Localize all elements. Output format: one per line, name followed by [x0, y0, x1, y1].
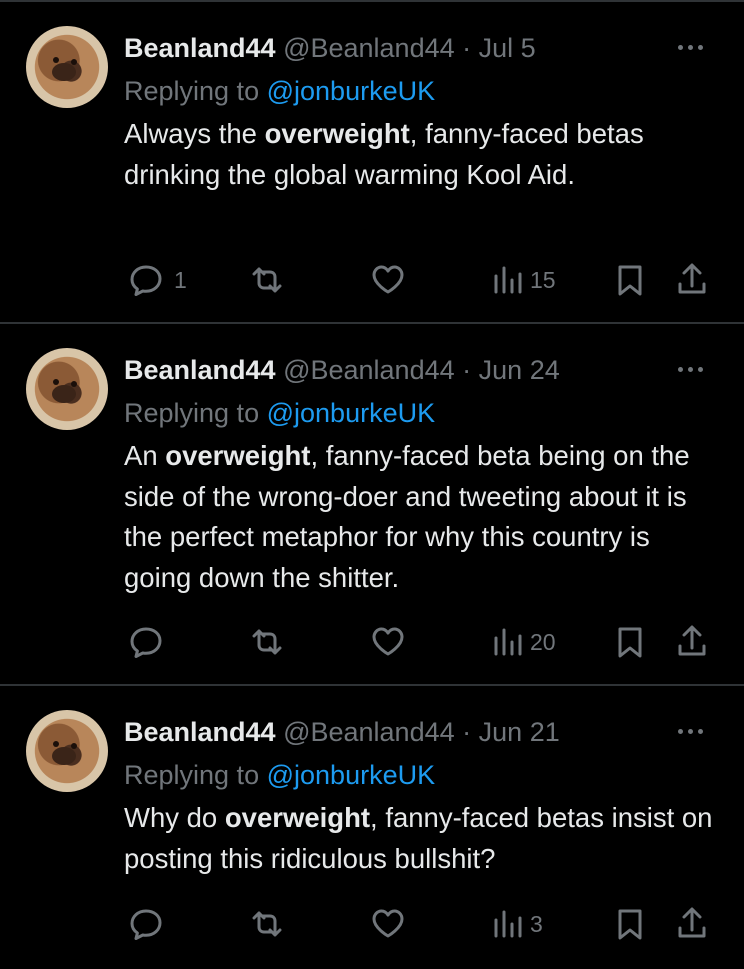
tweet-text-start: An — [124, 440, 166, 471]
views-button[interactable]: 3 — [492, 902, 543, 946]
retweet-button[interactable] — [245, 258, 295, 302]
retweet-icon — [252, 911, 282, 937]
display-name[interactable]: Beanland44 — [124, 33, 276, 63]
reply-bubble-icon — [130, 627, 162, 658]
avatar[interactable] — [26, 710, 108, 792]
replying-to-label: Replying to — [124, 398, 260, 428]
replying-to: Replying to @jonburkeUK — [124, 756, 435, 794]
separator-dot: · — [462, 717, 472, 747]
tweet-text: Why do overweight, fanny-faced betas ins… — [124, 798, 724, 879]
user-handle[interactable]: @Beanland44 — [283, 33, 455, 63]
share-upload-icon — [678, 907, 706, 938]
user-handle[interactable]: @Beanland44 — [283, 355, 455, 385]
tweet-text-bold: overweight — [224, 802, 371, 833]
mention-link[interactable]: @jonburkeUK — [267, 398, 436, 428]
retweet-button[interactable] — [245, 902, 295, 946]
heart-icon — [372, 909, 404, 938]
mention-link[interactable]: @jonburkeUK — [267, 76, 436, 106]
tweet-text-bold: overweight — [264, 118, 410, 149]
replying-to: Replying to @jonburkeUK — [124, 72, 435, 110]
views-bar-chart-icon — [494, 266, 522, 294]
bookmark-button[interactable] — [614, 902, 646, 946]
tweet-actions: 1 15 — [0, 258, 744, 302]
tweet-actions: 20 — [0, 620, 744, 664]
avatar[interactable] — [26, 348, 108, 430]
more-options-icon[interactable] — [676, 726, 706, 736]
replying-to: Replying to @jonburkeUK — [124, 394, 435, 432]
more-options-icon[interactable] — [676, 364, 706, 374]
retweet-icon — [252, 629, 282, 655]
tweet-header: Beanland44 @Beanland44 · Jun 24 — [124, 352, 684, 388]
tweet-text-start: Always the — [124, 118, 265, 149]
reply-bubble-icon — [130, 909, 162, 940]
reply-button[interactable] — [124, 620, 174, 664]
replying-to-label: Replying to — [124, 76, 260, 106]
heart-icon — [372, 627, 404, 656]
tweet[interactable]: Beanland44 @Beanland44 · Jun 24 Replying… — [0, 324, 744, 686]
tweet-text: An overweight, fanny-faced beta being on… — [124, 436, 724, 598]
bookmark-icon — [618, 909, 642, 940]
reply-bubble-icon — [130, 265, 162, 296]
reply-button[interactable] — [124, 902, 174, 946]
like-button[interactable] — [368, 258, 414, 302]
view-count: 15 — [530, 266, 556, 293]
heart-icon — [372, 265, 404, 294]
share-button[interactable] — [674, 620, 710, 664]
user-handle[interactable]: @Beanland44 — [283, 717, 455, 747]
share-upload-icon — [678, 263, 706, 294]
views-button[interactable]: 15 — [492, 258, 556, 302]
share-upload-icon — [678, 625, 706, 656]
views-bar-chart-icon — [494, 628, 522, 656]
views-button[interactable]: 20 — [492, 620, 556, 664]
separator-dot: · — [462, 33, 472, 63]
like-button[interactable] — [368, 902, 414, 946]
tweet[interactable]: Beanland44 @Beanland44 · Jun 21 Replying… — [0, 686, 744, 969]
tweet-text-start: Why do — [124, 802, 225, 833]
reply-count: 1 — [174, 266, 187, 293]
view-count: 3 — [530, 910, 543, 937]
tweet-text: Always the overweight, fanny-faced betas… — [124, 114, 724, 195]
share-button[interactable] — [674, 258, 710, 302]
reply-button[interactable]: 1 — [124, 258, 187, 302]
like-button[interactable] — [368, 620, 414, 664]
replying-to-label: Replying to — [124, 760, 260, 790]
tweet-date[interactable]: Jun 24 — [479, 355, 560, 385]
tweet[interactable]: Beanland44 @Beanland44 · Jul 5 Replying … — [0, 2, 744, 324]
bookmark-button[interactable] — [614, 258, 646, 302]
tweet-date[interactable]: Jul 5 — [479, 33, 536, 63]
display-name[interactable]: Beanland44 — [124, 717, 276, 747]
tweet-actions: 3 — [0, 902, 744, 946]
view-count: 20 — [530, 628, 556, 655]
tweet-header: Beanland44 @Beanland44 · Jul 5 — [124, 30, 684, 66]
retweet-button[interactable] — [245, 620, 295, 664]
bookmark-button[interactable] — [614, 620, 646, 664]
retweet-icon — [252, 267, 282, 293]
bookmark-icon — [618, 627, 642, 658]
share-button[interactable] — [674, 902, 710, 946]
tweet-text-bold: overweight — [165, 440, 311, 471]
tweet-date[interactable]: Jun 21 — [479, 717, 560, 747]
display-name[interactable]: Beanland44 — [124, 355, 276, 385]
mention-link[interactable]: @jonburkeUK — [267, 760, 436, 790]
avatar[interactable] — [26, 26, 108, 108]
views-bar-chart-icon — [494, 910, 522, 938]
separator-dot: · — [462, 355, 472, 385]
tweet-feed: Beanland44 @Beanland44 · Jul 5 Replying … — [0, 0, 744, 969]
bookmark-icon — [618, 265, 642, 296]
tweet-header: Beanland44 @Beanland44 · Jun 21 — [124, 714, 684, 750]
more-options-icon[interactable] — [676, 42, 706, 52]
